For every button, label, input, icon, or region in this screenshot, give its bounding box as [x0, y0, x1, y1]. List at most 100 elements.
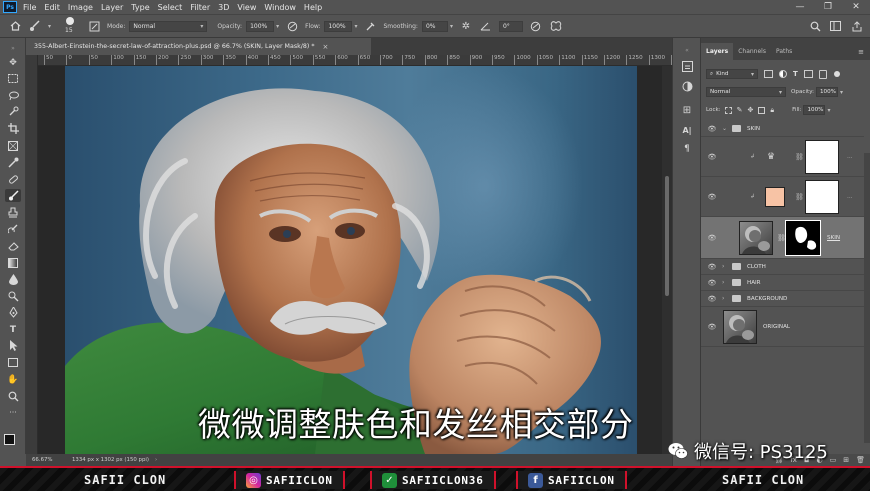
- blur-tool-icon[interactable]: [5, 273, 21, 286]
- lock-pixels-icon[interactable]: ✎: [737, 106, 743, 114]
- layer-row-cloth-group[interactable]: 👁︎ › CLOTH: [701, 259, 864, 275]
- scrollbar-thumb[interactable]: [665, 176, 669, 296]
- frame-tool-icon[interactable]: [5, 139, 21, 152]
- layer-mask-thumbnail[interactable]: [805, 140, 839, 174]
- brush-tool-icon[interactable]: [28, 19, 42, 33]
- filter-pixel-icon[interactable]: [764, 70, 773, 78]
- tab-layers[interactable]: Layers: [701, 43, 734, 60]
- menu-layer[interactable]: Layer: [101, 3, 123, 12]
- paragraph-panel-icon[interactable]: ¶: [680, 142, 694, 155]
- menu-window[interactable]: Window: [264, 3, 296, 12]
- lock-transparent-icon[interactable]: [724, 106, 732, 114]
- lasso-tool-icon[interactable]: [5, 89, 21, 102]
- history-brush-tool-icon[interactable]: [5, 223, 21, 236]
- minimize-button[interactable]: —: [786, 0, 814, 14]
- airbrush-icon[interactable]: [363, 19, 377, 33]
- fill-input[interactable]: 100%: [803, 105, 826, 115]
- panel-menu-icon[interactable]: ≡: [858, 43, 864, 60]
- layer-row-skin[interactable]: 👁︎ ⛓︎ SKIN: [701, 217, 864, 259]
- blend-mode-select[interactable]: Normal ▾: [706, 87, 786, 97]
- gradient-tool-icon[interactable]: [5, 256, 21, 269]
- snapchat-handle[interactable]: ✓ SAFIICLON36: [370, 471, 496, 489]
- layer-row-color-fill[interactable]: 👁︎ ↲ ⛓︎ …: [701, 177, 864, 217]
- flow-chevron-icon[interactable]: ▾: [354, 23, 357, 30]
- layer-row-original[interactable]: 👁︎ ORIGINAL: [701, 307, 864, 347]
- opacity-input[interactable]: 100%: [246, 20, 275, 32]
- eyedropper-tool-icon[interactable]: [5, 156, 21, 169]
- lock-artboard-icon[interactable]: [758, 106, 766, 114]
- instagram-handle[interactable]: ◎ SAFIICLON: [234, 471, 345, 489]
- layers-scrollbar[interactable]: [864, 153, 870, 443]
- menu-type[interactable]: Type: [131, 3, 149, 12]
- close-document-icon[interactable]: ×: [323, 43, 329, 51]
- menu-image[interactable]: Image: [68, 3, 93, 12]
- smoothing-chevron-icon[interactable]: ▾: [450, 23, 453, 30]
- visibility-eye-icon[interactable]: 👁︎: [707, 193, 717, 201]
- visibility-eye-icon[interactable]: 👁︎: [707, 263, 717, 271]
- facebook-handle[interactable]: f SAFIICLON: [516, 471, 627, 489]
- visibility-eye-icon[interactable]: 👁︎: [707, 279, 717, 287]
- layer-opacity-chevron-icon[interactable]: ▾: [840, 89, 843, 96]
- menu-3d[interactable]: 3D: [218, 3, 229, 12]
- menu-edit[interactable]: Edit: [44, 3, 60, 12]
- menu-view[interactable]: View: [237, 3, 256, 12]
- brush-tool-active-icon[interactable]: [5, 189, 21, 202]
- layer-mask-thumbnail[interactable]: [805, 180, 839, 214]
- visibility-eye-icon[interactable]: 👁︎: [707, 323, 717, 331]
- new-group-icon[interactable]: ▭: [830, 456, 837, 464]
- character-panel-icon[interactable]: A|: [680, 124, 694, 137]
- menu-file[interactable]: File: [23, 3, 36, 12]
- rectangle-tool-icon[interactable]: [5, 356, 21, 369]
- canvas-vertical-scrollbar[interactable]: [662, 66, 672, 454]
- quick-selection-tool-icon[interactable]: [5, 105, 21, 118]
- filter-toggle-icon[interactable]: [833, 71, 840, 77]
- layer-mask-thumbnail-selected[interactable]: [785, 220, 821, 256]
- layer-thumbnail[interactable]: [723, 310, 757, 344]
- dock-collapse-icon[interactable]: «: [680, 44, 694, 57]
- more-tools-icon[interactable]: ···: [5, 406, 21, 419]
- pressure-opacity-icon[interactable]: [285, 19, 299, 33]
- path-selection-tool-icon[interactable]: [5, 339, 21, 352]
- hand-tool-icon[interactable]: ✋: [5, 373, 21, 386]
- layer-opacity-input[interactable]: 100%: [816, 87, 838, 97]
- layer-row-background-group[interactable]: 👁︎ › BACKGROUND: [701, 291, 864, 307]
- move-tool-icon[interactable]: ✥: [5, 56, 21, 69]
- pressure-size-icon[interactable]: [529, 19, 543, 33]
- mask-link-icon[interactable]: ⛓︎: [795, 153, 804, 161]
- layer-thumbnail[interactable]: [739, 221, 773, 255]
- angle-input[interactable]: 0°: [498, 20, 523, 32]
- group-collapsed-chevron-icon[interactable]: ›: [722, 263, 724, 270]
- adjustments-panel-icon[interactable]: [680, 80, 694, 93]
- layer-more-icon[interactable]: …: [847, 154, 853, 160]
- filter-adjustment-icon[interactable]: [779, 70, 787, 78]
- brush-preset-picker[interactable]: 15: [59, 15, 81, 37]
- layer-row-skin-group[interactable]: 👁︎ ⌄ SKIN: [701, 121, 864, 137]
- share-icon[interactable]: [850, 19, 864, 33]
- properties-panel-icon[interactable]: ⊞: [680, 104, 694, 117]
- mask-link-icon[interactable]: ⛓︎: [795, 193, 804, 201]
- tab-channels[interactable]: Channels: [733, 43, 771, 60]
- fill-chevron-icon[interactable]: ▾: [827, 107, 830, 114]
- healing-brush-tool-icon[interactable]: [5, 173, 21, 186]
- menu-help[interactable]: Help: [304, 3, 322, 12]
- marquee-tool-icon[interactable]: [5, 72, 21, 85]
- fill-color-swatch[interactable]: [765, 187, 785, 207]
- eraser-tool-icon[interactable]: [5, 239, 21, 252]
- vertical-ruler[interactable]: [26, 55, 38, 454]
- visibility-eye-icon[interactable]: 👁︎: [707, 125, 717, 133]
- restore-button[interactable]: ❐: [814, 0, 842, 14]
- group-collapsed-chevron-icon[interactable]: ›: [722, 279, 724, 286]
- history-panel-icon[interactable]: [680, 60, 694, 73]
- layer-more-icon[interactable]: …: [847, 194, 853, 200]
- visibility-eye-icon[interactable]: 👁︎: [707, 153, 717, 161]
- photoshop-logo[interactable]: Ps: [3, 1, 17, 13]
- close-window-button[interactable]: ✕: [842, 0, 870, 14]
- visibility-eye-icon[interactable]: 👁︎: [707, 234, 717, 242]
- menu-select[interactable]: Select: [158, 3, 183, 12]
- new-layer-icon[interactable]: ⊞: [843, 456, 849, 464]
- menu-filter[interactable]: Filter: [190, 3, 210, 12]
- type-tool-icon[interactable]: T: [5, 323, 21, 336]
- home-icon[interactable]: [8, 19, 22, 33]
- group-expanded-chevron-icon[interactable]: ⌄: [722, 125, 727, 132]
- status-more-chevron-icon[interactable]: ›: [155, 457, 157, 463]
